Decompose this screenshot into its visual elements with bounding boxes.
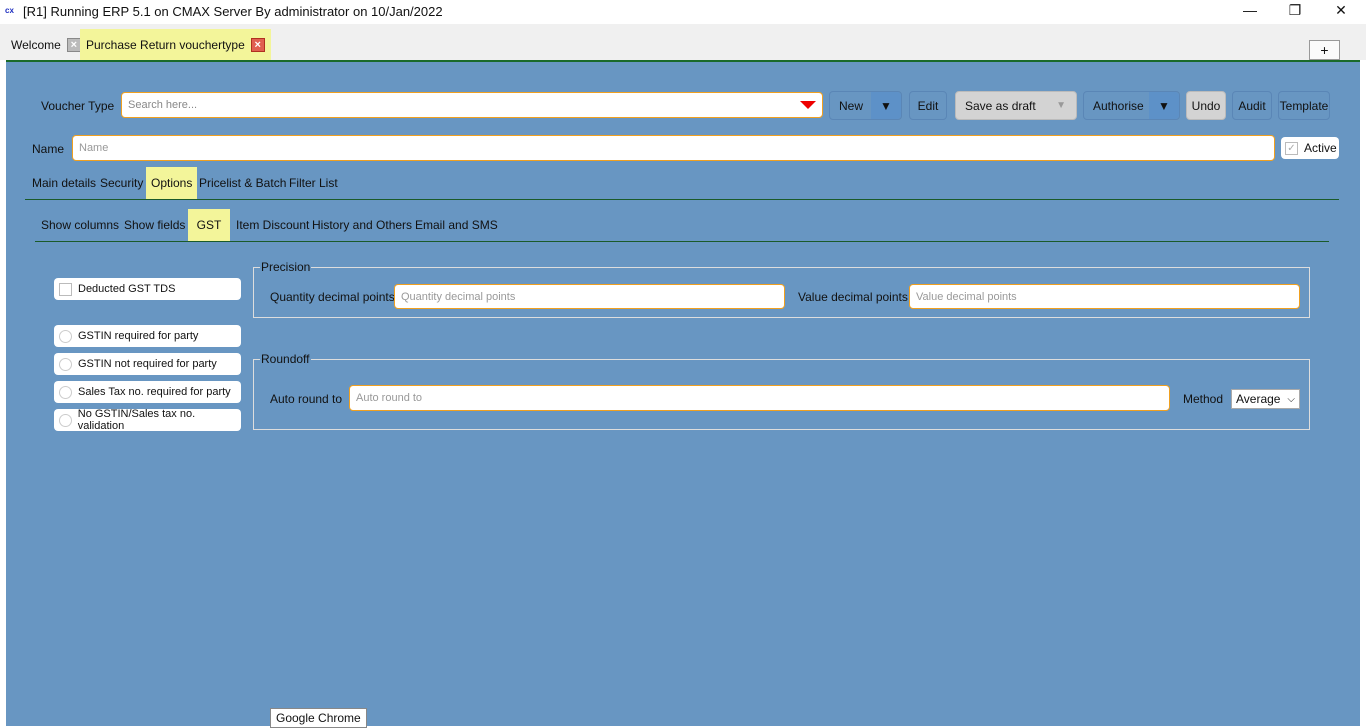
radio-icon <box>59 413 72 427</box>
check-icon: ✓ <box>1285 141 1298 155</box>
radio-icon <box>59 357 72 371</box>
voucher-type-search[interactable]: Search here... <box>121 92 823 118</box>
option-label: GSTIN required for party <box>78 330 199 342</box>
deducted-gst-tds-checkbox[interactable]: Deducted GST TDS <box>54 278 241 300</box>
tab-show-columns[interactable]: Show columns <box>36 209 124 241</box>
radio-gstin-required[interactable]: GSTIN required for party <box>54 325 241 347</box>
edit-button[interactable]: Edit <box>909 91 947 120</box>
radio-gstin-not-required[interactable]: GSTIN not required for party <box>54 353 241 375</box>
divider <box>35 241 1329 242</box>
minimize-icon[interactable]: — <box>1235 2 1265 18</box>
tab-bar: Welcome × Purchase Return vouchertype × <box>0 24 1366 60</box>
new-label: New <box>839 98 864 113</box>
tab-item-discount[interactable]: Item Discount <box>231 209 314 241</box>
option-label: Sales Tax no. required for party <box>78 386 231 398</box>
value-decimal-label: Value decimal points <box>798 290 908 304</box>
template-button[interactable]: Template <box>1278 91 1330 120</box>
radio-sales-tax-required[interactable]: Sales Tax no. required for party <box>54 381 241 403</box>
auto-round-label: Auto round to <box>270 392 343 406</box>
new-button[interactable]: New ▼ <box>829 91 902 120</box>
method-value: Average <box>1236 392 1281 406</box>
method-select[interactable]: Average ⌵ <box>1231 389 1300 409</box>
chevron-down-icon: ⌵ <box>1287 393 1295 405</box>
tab-filter-list[interactable]: Filter List <box>284 167 343 199</box>
dropdown-arrow-icon[interactable] <box>800 101 816 109</box>
active-checkbox[interactable]: ✓ Active <box>1281 137 1339 159</box>
tab-pricelist-batch[interactable]: Pricelist & Batch <box>194 167 291 199</box>
tab-email-sms[interactable]: Email and SMS <box>410 209 503 241</box>
option-label: No GSTIN/Sales tax no. validation <box>77 408 196 432</box>
qty-decimal-label: Quantity decimal points <box>270 290 395 304</box>
restore-icon[interactable]: ❐ <box>1280 2 1310 19</box>
save-draft-dropdown-icon[interactable]: ▼ <box>1056 100 1066 111</box>
qty-decimal-input[interactable]: Quantity decimal points <box>394 284 785 309</box>
tab-security[interactable]: Security <box>95 167 148 199</box>
title-bar: cx [R1] Running ERP 5.1 on CMAX Server B… <box>0 0 1366 24</box>
tab-show-fields[interactable]: Show fields <box>119 209 190 241</box>
tab-history-others[interactable]: History and Others <box>307 209 417 241</box>
name-input[interactable]: Name <box>72 135 1275 161</box>
name-placeholder: Name <box>79 142 109 154</box>
divider <box>25 199 1339 200</box>
close-icon[interactable]: ✕ <box>1326 2 1356 19</box>
name-label: Name <box>32 142 65 156</box>
option-label: Deducted GST TDS <box>78 283 176 295</box>
auto-round-input[interactable]: Auto round to <box>349 385 1170 411</box>
app-logo: cx <box>5 6 14 15</box>
undo-button[interactable]: Undo <box>1186 91 1226 120</box>
search-placeholder: Search here... <box>128 99 198 111</box>
audit-button[interactable]: Audit <box>1232 91 1272 120</box>
roundoff-title: Roundoff <box>261 352 310 366</box>
placeholder: Auto round to <box>356 392 423 404</box>
method-label: Method <box>1183 392 1224 406</box>
tooltip: Google Chrome <box>270 708 367 728</box>
active-label: Active <box>1304 141 1337 155</box>
authorise-dropdown-icon[interactable]: ▼ <box>1149 92 1179 119</box>
radio-icon <box>59 385 72 399</box>
placeholder: Quantity decimal points <box>401 290 516 303</box>
tab-welcome[interactable]: Welcome × <box>5 29 87 60</box>
new-dropdown-icon[interactable]: ▼ <box>871 92 901 119</box>
option-label: GSTIN not required for party <box>78 358 217 370</box>
tab-purchase-return[interactable]: Purchase Return vouchertype × <box>80 29 271 60</box>
radio-no-validation[interactable]: No GSTIN/Sales tax no. validation <box>54 408 241 432</box>
tab-label: Welcome <box>11 37 61 52</box>
close-tab-icon[interactable]: × <box>250 37 265 52</box>
placeholder: Value decimal points <box>916 290 1017 303</box>
close-tab-icon[interactable]: × <box>66 37 81 52</box>
voucher-type-label: Voucher Type <box>41 99 115 113</box>
precision-title: Precision <box>261 260 311 274</box>
authorise-label: Authorise <box>1093 98 1144 113</box>
window-title: [R1] Running ERP 5.1 on CMAX Server By a… <box>23 4 443 19</box>
save-draft-label: Save as draft <box>965 98 1036 113</box>
save-as-draft-button[interactable]: Save as draft ▼ <box>955 91 1077 120</box>
checkbox-icon <box>59 282 72 296</box>
value-decimal-input[interactable]: Value decimal points <box>909 284 1300 309</box>
tab-main-details[interactable]: Main details <box>27 167 101 199</box>
add-tab-button[interactable]: + <box>1309 40 1340 60</box>
tab-gst[interactable]: GST <box>188 209 230 241</box>
tab-label: Purchase Return vouchertype <box>86 37 245 52</box>
tab-options[interactable]: Options <box>146 167 198 199</box>
radio-icon <box>59 329 72 343</box>
authorise-button[interactable]: Authorise ▼ <box>1083 91 1180 120</box>
